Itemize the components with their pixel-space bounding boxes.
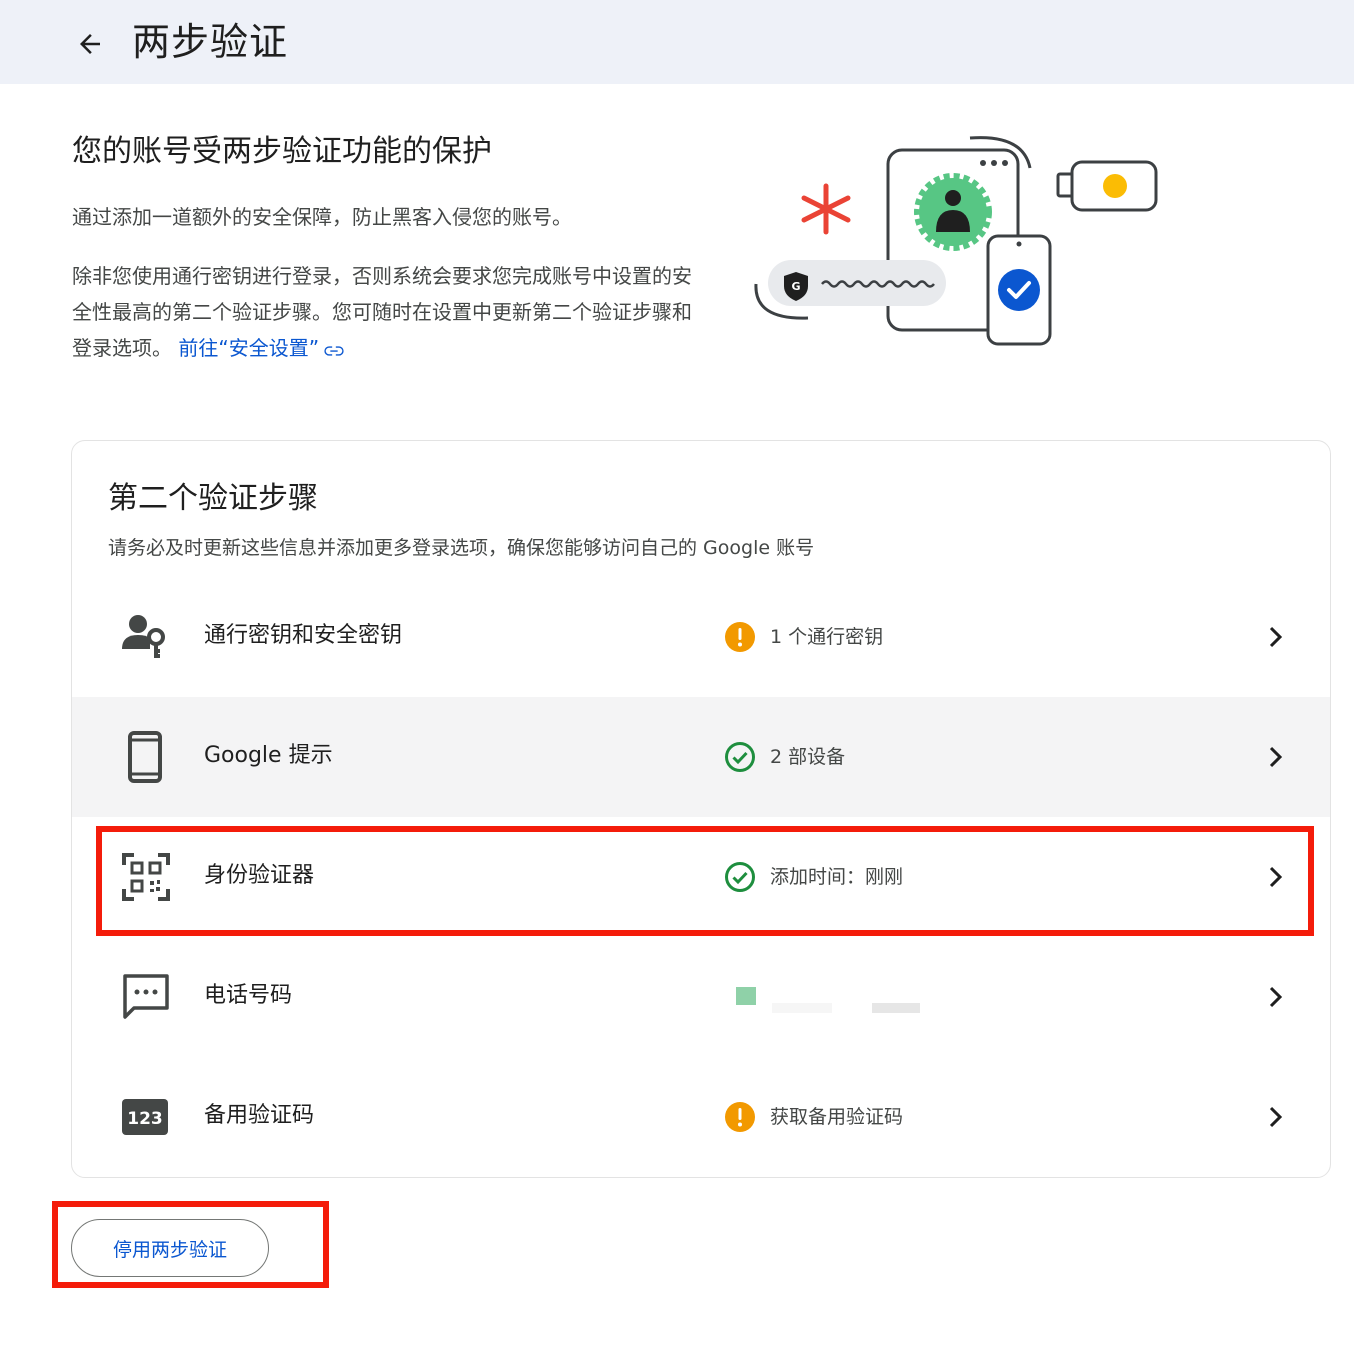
option-row-backup-codes[interactable]: 123 备用验证码 获取备用验证码 (72, 1057, 1330, 1177)
phone-icon (128, 731, 162, 783)
check-badge-icon (998, 269, 1040, 311)
option-status: 2 部设备 (770, 746, 846, 768)
disable-2sv-button[interactable]: 停用两步验证 (71, 1219, 269, 1277)
option-row-phone-number[interactable]: 电话号码 (72, 937, 1330, 1057)
chevron-right-icon (1269, 866, 1283, 888)
code-123-icon: 123 (122, 1099, 168, 1135)
svg-text:G: G (791, 280, 800, 293)
hero-details: 除非您使用通行密钥进行登录，否则系统会要求您完成账号中设置的安全性最高的第二个验… (72, 258, 692, 366)
option-status: 1 个通行密钥 (770, 626, 884, 648)
sms-chat-icon (123, 974, 169, 1019)
hero-description: 通过添加一道额外的安全保障，防止黑客入侵您的账号。 (72, 205, 572, 229)
chevron-right-icon (1269, 746, 1283, 768)
back-button[interactable] (70, 24, 110, 64)
hero-details-text: 除非您使用通行密钥进行登录，否则系统会要求您完成账号中设置的安全性最高的第二个验… (72, 264, 692, 360)
link-icon (324, 346, 344, 356)
option-label: 电话号码 (204, 983, 293, 1008)
top-app-bar: 两步验证 (0, 0, 1354, 84)
check-circle-icon (725, 742, 755, 772)
option-row-authenticator[interactable]: 身份验证器 添加时间：刚刚 (72, 817, 1330, 937)
card-subtitle: 请务必及时更新这些信息并添加更多登录选项，确保您能够访问自己的 Google 账… (108, 537, 815, 559)
chevron-right-icon (1269, 1106, 1283, 1128)
option-row-passkeys[interactable]: 通行密钥和安全密钥 1 个通行密钥 (72, 577, 1330, 697)
security-settings-link-label: 前往“安全设置” (178, 336, 320, 360)
qr-code-scanner-icon (122, 853, 170, 901)
security-illustration: G (754, 136, 1158, 346)
chevron-right-icon (1269, 626, 1283, 648)
security-key-icon (1056, 160, 1158, 212)
option-label: 备用验证码 (204, 1103, 315, 1128)
warning-icon (725, 1102, 755, 1132)
option-status: 添加时间：刚刚 (770, 866, 904, 888)
option-row-google-prompt[interactable]: Google 提示 2 部设备 (72, 697, 1330, 817)
redacted-number-marker (736, 987, 756, 1005)
passkey-person-key-icon (122, 615, 165, 658)
warning-icon (725, 622, 755, 652)
chevron-right-icon (1269, 986, 1283, 1008)
card-title: 第二个验证步骤 (108, 481, 318, 516)
option-label: 身份验证器 (204, 863, 315, 888)
asterisk-icon (801, 183, 851, 235)
arrow-back-icon (80, 34, 100, 54)
security-settings-link[interactable]: 前往“安全设置” (178, 336, 345, 360)
check-circle-icon (725, 862, 755, 892)
option-label: Google 提示 (204, 743, 333, 768)
redacted-number (872, 1003, 920, 1013)
page-title: 两步验证 (132, 20, 289, 64)
second-step-card: 第二个验证步骤 请务必及时更新这些信息并添加更多登录选项，确保您能够访问自己的 … (71, 440, 1331, 1178)
svg-text:123: 123 (127, 1109, 163, 1129)
option-label: 通行密钥和安全密钥 (204, 623, 403, 648)
redacted-number (772, 1003, 832, 1013)
option-status: 获取备用验证码 (770, 1106, 904, 1128)
hero-title: 您的账号受两步验证功能的保护 (72, 134, 492, 169)
